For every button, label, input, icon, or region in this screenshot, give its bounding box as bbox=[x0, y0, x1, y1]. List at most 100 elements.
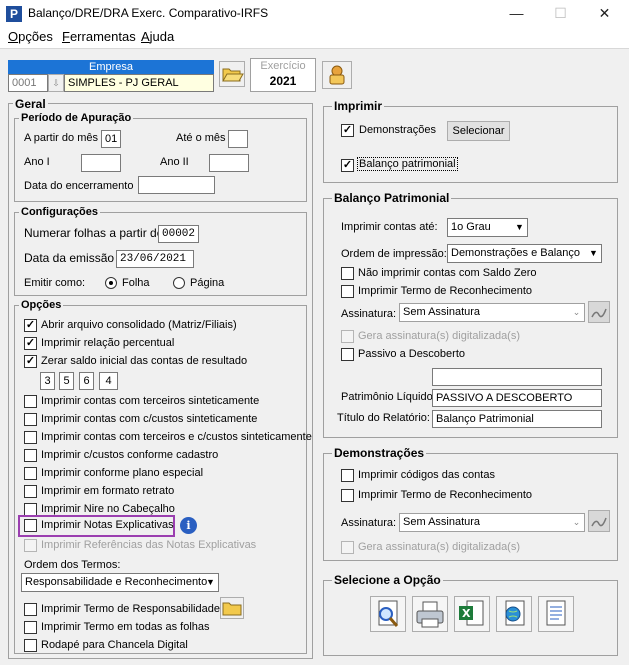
a-partir-label: A partir do mês bbox=[24, 132, 98, 144]
emissao-field[interactable]: 23/06/2021 bbox=[116, 250, 194, 268]
notas-explicativas-checkbox[interactable] bbox=[24, 519, 37, 532]
abrir-consolidado-label: Abrir arquivo consolidado (Matriz/Filiai… bbox=[41, 319, 237, 331]
formato-retrato-checkbox[interactable] bbox=[24, 485, 37, 498]
zerar-saldo-checkbox[interactable]: ✓ bbox=[24, 355, 37, 368]
assinatura-config-button[interactable] bbox=[588, 301, 610, 323]
empresa-name-field[interactable]: SIMPLES - PJ GERAL bbox=[64, 74, 214, 92]
zerar-saldo-label: Zerar saldo inicial das contas de result… bbox=[41, 355, 248, 367]
open-folder-button[interactable] bbox=[219, 61, 245, 87]
maximize-button[interactable]: ☐ bbox=[538, 0, 583, 27]
dem-termo-reconhecimento-label: Imprimir Termo de Reconhecimento bbox=[358, 489, 533, 501]
menu-separator bbox=[0, 48, 629, 49]
ccustos-cadastro-checkbox[interactable] bbox=[24, 449, 37, 462]
balanco-checkbox[interactable]: ✓ bbox=[341, 159, 354, 172]
numerar-field[interactable]: 00002 bbox=[158, 225, 199, 243]
folha-label: Folha bbox=[122, 277, 150, 289]
menu-opcoes[interactable]: Opções bbox=[8, 29, 53, 44]
ate-field[interactable] bbox=[228, 130, 248, 148]
empresa-code-field[interactable]: 0001 bbox=[8, 74, 48, 92]
termo-reconhecimento-checkbox[interactable] bbox=[341, 285, 354, 298]
abrir-consolidado-checkbox[interactable]: ✓ bbox=[24, 319, 37, 332]
export-excel-button[interactable]: X bbox=[454, 596, 490, 632]
info-icon[interactable]: i bbox=[180, 517, 197, 534]
dem-assinatura-config-button[interactable] bbox=[588, 510, 610, 532]
notas-explicativas-label: Imprimir Notas Explicativas bbox=[41, 519, 174, 531]
dem-gera-assinatura-label: Gera assinatura(s) digitalizada(s) bbox=[358, 541, 521, 553]
config-title: Configurações bbox=[19, 206, 101, 218]
menu-ferramentas[interactable]: Ferramentas bbox=[62, 29, 136, 44]
user-lock-icon bbox=[329, 65, 345, 85]
encerramento-field[interactable] bbox=[138, 176, 215, 194]
emitir-label: Emitir como: bbox=[24, 277, 86, 289]
excel-icon: X bbox=[459, 600, 484, 626]
print-button[interactable] bbox=[412, 596, 448, 632]
ordem-impressao-select[interactable]: Demonstrações e Balanço ▼ bbox=[447, 244, 602, 263]
digit-field-2[interactable]: 5 bbox=[59, 372, 74, 390]
digit-field-4[interactable]: 4 bbox=[99, 372, 118, 390]
export-web-button[interactable] bbox=[496, 596, 532, 632]
termo-responsabilidade-label: Imprimir Termo de Responsabilidade bbox=[41, 603, 220, 615]
rodape-chancela-label: Rodapé para Chancela Digital bbox=[41, 639, 188, 651]
empresa-lookup-button[interactable]: ⇩ bbox=[48, 74, 64, 92]
referencias-notas-label: Imprimir Referências das Notas Explicati… bbox=[41, 539, 257, 551]
selecione-title: Selecione a Opção bbox=[332, 573, 443, 587]
folder-icon bbox=[222, 68, 244, 82]
demonstracoes-title: Demonstrações bbox=[332, 446, 427, 460]
dem-assinatura-select[interactable]: Sem Assinatura ⌄ bbox=[399, 513, 585, 532]
close-button[interactable]: ✕ bbox=[582, 0, 627, 27]
patrimonio-liquido-field[interactable]: PASSIVO A DESCOBERTO bbox=[432, 389, 602, 407]
menu-ajuda[interactable]: Ajuda bbox=[141, 29, 174, 44]
termo-reconhecimento-label: Imprimir Termo de Reconhecimento bbox=[358, 285, 533, 297]
assinatura-label: Assinatura: bbox=[341, 308, 397, 320]
assinatura-select[interactable]: Sem Assinatura ⌄ bbox=[399, 303, 585, 322]
chevron-down-icon: ▼ bbox=[206, 577, 215, 587]
pagina-radio[interactable] bbox=[173, 277, 185, 289]
titulo-relatorio-field[interactable]: Balanço Patrimonial bbox=[432, 410, 602, 428]
document-icon bbox=[546, 600, 566, 626]
digit-field-3[interactable]: 6 bbox=[79, 372, 94, 390]
ano1-field[interactable] bbox=[81, 154, 121, 172]
periodo-title: Período de Apuração bbox=[19, 112, 134, 124]
a-partir-field[interactable]: 01 bbox=[101, 130, 121, 148]
terceiros-sint-checkbox[interactable] bbox=[24, 395, 37, 408]
folha-radio[interactable] bbox=[105, 277, 117, 289]
termo-todas-folhas-checkbox[interactable] bbox=[24, 621, 37, 634]
terceiros-ccustos-checkbox[interactable] bbox=[24, 431, 37, 444]
chevron-down-icon: ▼ bbox=[515, 222, 524, 232]
passivo-descoberto-label: Passivo a Descoberto bbox=[358, 348, 465, 360]
ordem-termos-select[interactable]: Responsabilidade e Reconhecimento ▼ bbox=[21, 573, 219, 592]
termo-responsabilidade-checkbox[interactable] bbox=[24, 603, 37, 616]
ccustos-sint-label: Imprimir contas com c/custos sinteticame… bbox=[41, 413, 258, 425]
digit-field-1[interactable]: 3 bbox=[40, 372, 55, 390]
pagina-label: Página bbox=[190, 277, 225, 289]
nao-saldo-zero-checkbox[interactable] bbox=[341, 267, 354, 280]
exercicio-value[interactable]: 2021 bbox=[250, 74, 316, 88]
rodape-chancela-checkbox[interactable] bbox=[24, 639, 37, 652]
plano-especial-checkbox[interactable] bbox=[24, 467, 37, 480]
ate-label: Até o mês bbox=[176, 132, 226, 144]
contas-ate-select[interactable]: 1o Grau ▼ bbox=[447, 218, 528, 237]
terceiros-ccustos-label: Imprimir contas com terceiros e c/custos… bbox=[41, 431, 312, 443]
termo-folder-button[interactable] bbox=[220, 597, 244, 619]
ano2-field[interactable] bbox=[209, 154, 249, 172]
export-text-button[interactable] bbox=[538, 596, 574, 632]
passivo-descoberto-checkbox[interactable] bbox=[341, 348, 354, 361]
chevron-down-icon: ⌄ bbox=[572, 517, 581, 527]
codigos-contas-checkbox[interactable] bbox=[341, 469, 354, 482]
signature-tool-icon bbox=[591, 517, 607, 527]
minimize-button[interactable]: — bbox=[494, 0, 539, 27]
selecionar-button[interactable]: Selecionar bbox=[447, 121, 510, 141]
termo-todas-folhas-label: Imprimir Termo em todas as folhas bbox=[41, 621, 210, 633]
lock-button[interactable] bbox=[322, 61, 352, 89]
demonstracoes-label: Demonstrações bbox=[359, 124, 437, 136]
preview-button[interactable] bbox=[370, 596, 406, 632]
dem-termo-reconhecimento-checkbox[interactable] bbox=[341, 489, 354, 502]
passivo-descoberto-field[interactable] bbox=[432, 368, 602, 386]
balanco-title: Balanço Patrimonial bbox=[332, 191, 452, 205]
web-export-icon bbox=[505, 600, 525, 626]
app-icon: P bbox=[6, 6, 22, 22]
ccustos-sint-checkbox[interactable] bbox=[24, 413, 37, 426]
relacao-percentual-checkbox[interactable]: ✓ bbox=[24, 337, 37, 350]
nire-label: Imprimir Nire no Cabeçalho bbox=[41, 503, 175, 515]
demonstracoes-checkbox[interactable]: ✓ bbox=[341, 124, 354, 137]
